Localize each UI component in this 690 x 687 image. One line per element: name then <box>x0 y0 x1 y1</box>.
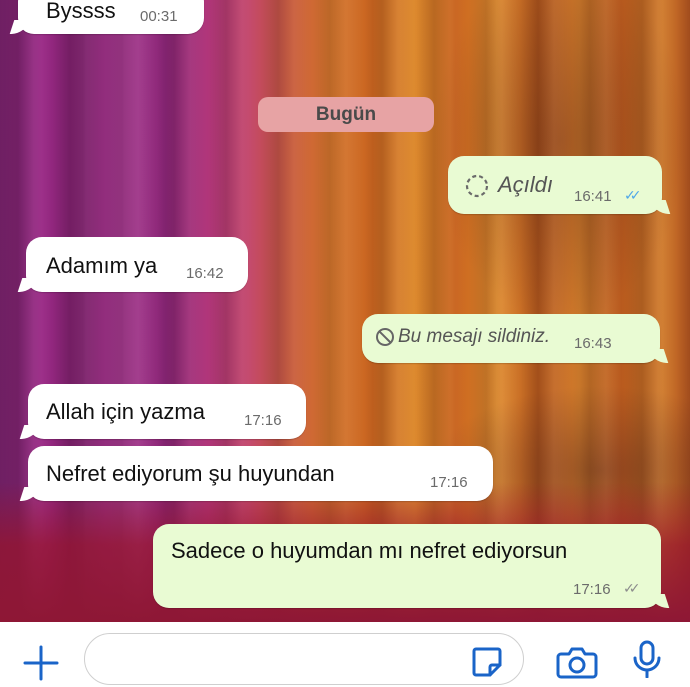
message-time: 00:31 <box>140 8 178 25</box>
view-once-icon <box>464 173 490 205</box>
message-time: 17:16 <box>430 474 468 491</box>
date-separator: Bugün <box>258 97 434 132</box>
message-text: Sadece o huyumdan mı nefret ediyorsun <box>171 538 568 563</box>
read-ticks-icon: ✓✓ <box>624 187 642 203</box>
message-outgoing-view-once[interactable]: Açıldı 16:41 ✓✓ <box>448 156 662 214</box>
deleted-icon <box>375 327 395 353</box>
camera-icon[interactable] <box>556 645 598 684</box>
delivered-ticks-icon: ✓✓ <box>623 580 641 596</box>
microphone-icon[interactable] <box>632 640 662 683</box>
message-text: Açıldı <box>498 172 554 197</box>
message-text: Byssss <box>46 0 116 23</box>
message-text: Bu mesajı sildiniz. <box>398 326 551 347</box>
message-text: Allah için yazma <box>46 399 205 424</box>
message-incoming[interactable]: Nefret ediyorum şu huyundan 17:16 <box>28 446 493 501</box>
message-time: 17:16 <box>244 412 282 429</box>
message-time: 16:42 <box>186 265 224 282</box>
message-time: 16:43 <box>574 335 612 352</box>
message-text: Adamım ya <box>46 253 158 278</box>
message-time: 17:16 <box>573 581 611 598</box>
message-incoming[interactable]: Allah için yazma 17:16 <box>28 384 306 439</box>
message-text: Nefret ediyorum şu huyundan <box>46 461 335 486</box>
message-outgoing[interactable]: Sadece o huyumdan mı nefret ediyorsun 17… <box>153 524 661 608</box>
message-time: 16:41 <box>574 188 612 205</box>
message-incoming[interactable]: Byssss 00:31 <box>18 0 204 34</box>
plus-icon[interactable] <box>22 644 60 687</box>
message-outgoing-deleted[interactable]: Bu mesajı sildiniz. 16:43 <box>362 314 660 363</box>
message-input[interactable] <box>84 633 524 685</box>
sticker-icon[interactable] <box>470 645 504 684</box>
message-incoming[interactable]: Adamım ya 16:42 <box>26 237 248 292</box>
